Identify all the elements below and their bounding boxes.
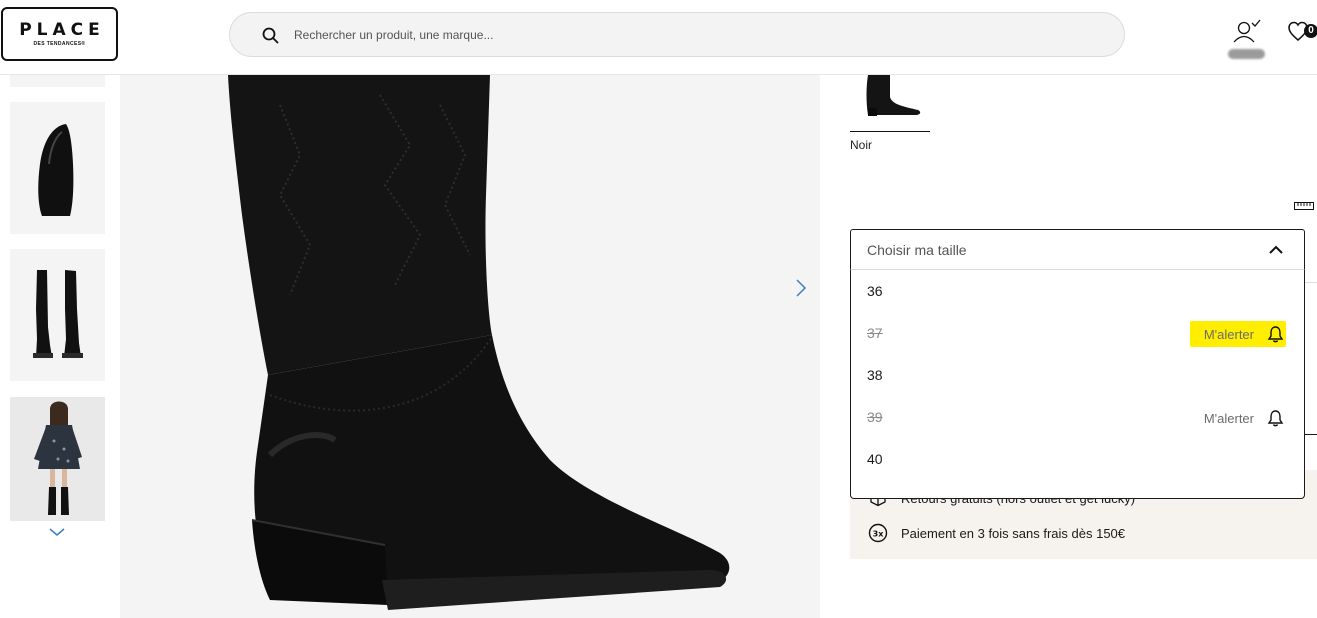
- service-payment: 3x Paiement en 3 fois sans frais dès 150…: [868, 523, 1125, 543]
- logo-sub-text: DES TENDANCES®: [33, 41, 86, 47]
- alert-me-button[interactable]: M'alerter: [1190, 405, 1286, 431]
- alert-me-label: M'alerter: [1203, 410, 1254, 426]
- size-option-37[interactable]: 37 M'alerter: [851, 312, 1304, 354]
- product-page: PLACE DES TENDANCES® 0: [0, 0, 1317, 618]
- service-payment-text: Paiement en 3 fois sans frais dès 150€: [901, 525, 1126, 541]
- chevron-up-icon[interactable]: [1268, 244, 1284, 256]
- partial-panel-edge: [1303, 282, 1317, 326]
- boot-sole-image: [38, 124, 74, 216]
- chevron-right-icon[interactable]: [792, 278, 810, 298]
- main-product-image[interactable]: [120, 75, 820, 618]
- size-dropdown: 36 37 M'alerter 38 39 M'alerter 40: [850, 269, 1305, 499]
- site-header: PLACE DES TENDANCES® 0: [0, 0, 1317, 75]
- svg-text:3x: 3x: [873, 530, 885, 539]
- alert-me-button[interactable]: M'alerter: [1189, 321, 1286, 347]
- size-option-label: 40: [867, 451, 883, 467]
- size-option-label: 36: [867, 283, 883, 299]
- divider: [1305, 434, 1317, 435]
- alert-me-label: M'alerter: [1203, 326, 1254, 342]
- search-icon[interactable]: [262, 27, 279, 44]
- thumbnail-partial[interactable]: [10, 75, 105, 87]
- size-option-label: 39: [867, 409, 883, 425]
- chevron-down-icon[interactable]: [48, 526, 66, 538]
- three-times-icon: 3x: [868, 523, 888, 543]
- size-select[interactable]: Choisir ma taille: [850, 229, 1305, 270]
- size-option-38[interactable]: 38: [851, 354, 1304, 396]
- size-option-39[interactable]: 39 M'alerter: [851, 396, 1304, 438]
- thumbnail-sole-view[interactable]: [10, 102, 105, 234]
- account-name-blurred: [1228, 49, 1265, 59]
- ruler-icon[interactable]: [1294, 201, 1314, 211]
- logo-main-text: PLACE: [19, 20, 105, 40]
- color-swatch-image: [866, 75, 921, 116]
- site-logo[interactable]: PLACE DES TENDANCES®: [1, 7, 118, 61]
- size-select-placeholder: Choisir ma taille: [867, 242, 967, 258]
- size-option-40[interactable]: 40: [851, 438, 1304, 480]
- color-swatch-noir[interactable]: [850, 75, 930, 132]
- thumbnail-pair-view[interactable]: [10, 249, 105, 381]
- search-input[interactable]: [294, 25, 1094, 45]
- boots-pair-image: [33, 270, 83, 358]
- size-option-36[interactable]: 36: [851, 270, 1304, 312]
- model-wearing-image: [34, 401, 82, 515]
- size-option-label: 37: [867, 325, 883, 341]
- wishlist-count-badge: 0: [1304, 24, 1317, 38]
- size-option-label: 38: [867, 367, 883, 383]
- boot-side-image: [228, 75, 730, 610]
- search-bar[interactable]: [229, 12, 1125, 57]
- bell-icon: [1267, 410, 1284, 427]
- thumbnail-model-view[interactable]: [10, 397, 105, 521]
- thumbnail-list: [0, 75, 120, 618]
- color-label: Noir: [850, 138, 873, 152]
- bell-icon: [1267, 326, 1284, 343]
